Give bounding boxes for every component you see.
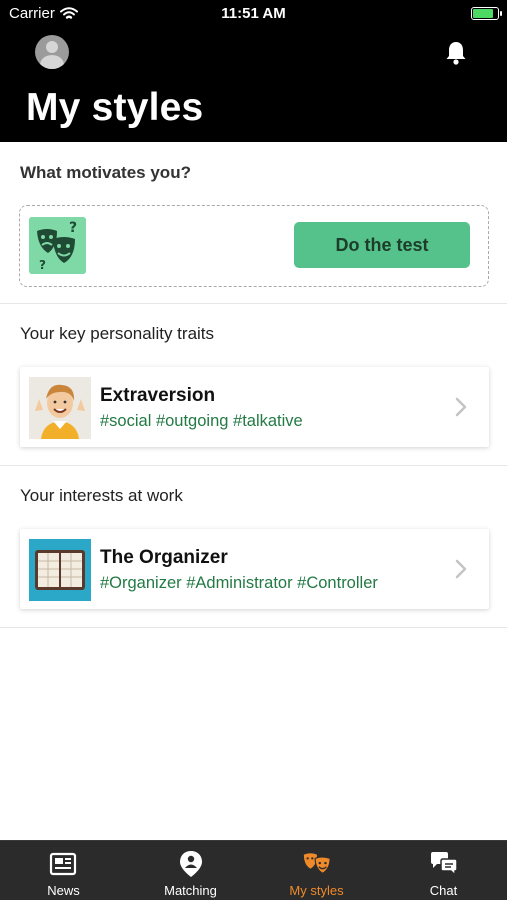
- chevron-right-icon: [455, 397, 467, 417]
- interests-heading: Your interests at work: [20, 486, 183, 505]
- tab-label: Chat: [429, 883, 458, 898]
- chat-bubbles-icon: [430, 852, 458, 877]
- battery-icon: [471, 7, 502, 20]
- interest-title: The Organizer: [100, 547, 228, 568]
- theater-masks-icon: ? ?: [29, 217, 86, 274]
- tab-news[interactable]: News: [0, 841, 127, 900]
- profile-avatar[interactable]: [35, 35, 69, 69]
- tab-label: News: [47, 883, 80, 898]
- page-title: My styles: [26, 86, 204, 129]
- tab-label: Matching: [164, 883, 217, 898]
- tab-chat[interactable]: Chat: [380, 841, 507, 900]
- interest-tags: #Organizer #Administrator #Controller: [100, 574, 378, 592]
- theater-masks-icon: [303, 853, 331, 875]
- trait-title: Extraversion: [100, 385, 216, 406]
- interest-card-organizer[interactable]: The Organizer #Organizer #Administrator …: [20, 529, 489, 609]
- section-divider: [0, 465, 507, 466]
- traits-heading: Your key personality traits: [20, 324, 215, 343]
- tab-my-styles[interactable]: My styles: [253, 841, 380, 900]
- app-header: Carrier 11:51 AM My styles: [0, 0, 507, 142]
- section-divider: [0, 303, 507, 304]
- section-divider: [0, 627, 507, 628]
- tab-matching[interactable]: Matching: [127, 841, 254, 900]
- notification-bell-icon[interactable]: [444, 40, 468, 66]
- trait-card-extraversion[interactable]: Extraversion #social #outgoing #talkativ…: [20, 367, 489, 447]
- person-pin-icon: [179, 851, 202, 877]
- motivation-heading: What motivates you?: [20, 163, 191, 182]
- do-the-test-button[interactable]: Do the test: [294, 222, 470, 268]
- extraversion-illustration: [29, 377, 91, 439]
- newspaper-icon: [49, 852, 76, 876]
- motivation-test-box: ? ? Do the test: [19, 205, 489, 287]
- status-bar: Carrier 11:51 AM: [0, 0, 507, 28]
- bottom-tab-bar: News Matching My styles Chat: [0, 840, 507, 900]
- organizer-illustration: [29, 539, 91, 601]
- clock: 11:51 AM: [221, 5, 286, 22]
- chevron-right-icon: [455, 559, 467, 579]
- trait-tags: #social #outgoing #talkative: [100, 412, 303, 430]
- svg-text:?: ?: [69, 220, 77, 236]
- tab-label: My styles: [289, 883, 344, 898]
- svg-text:?: ?: [39, 258, 46, 272]
